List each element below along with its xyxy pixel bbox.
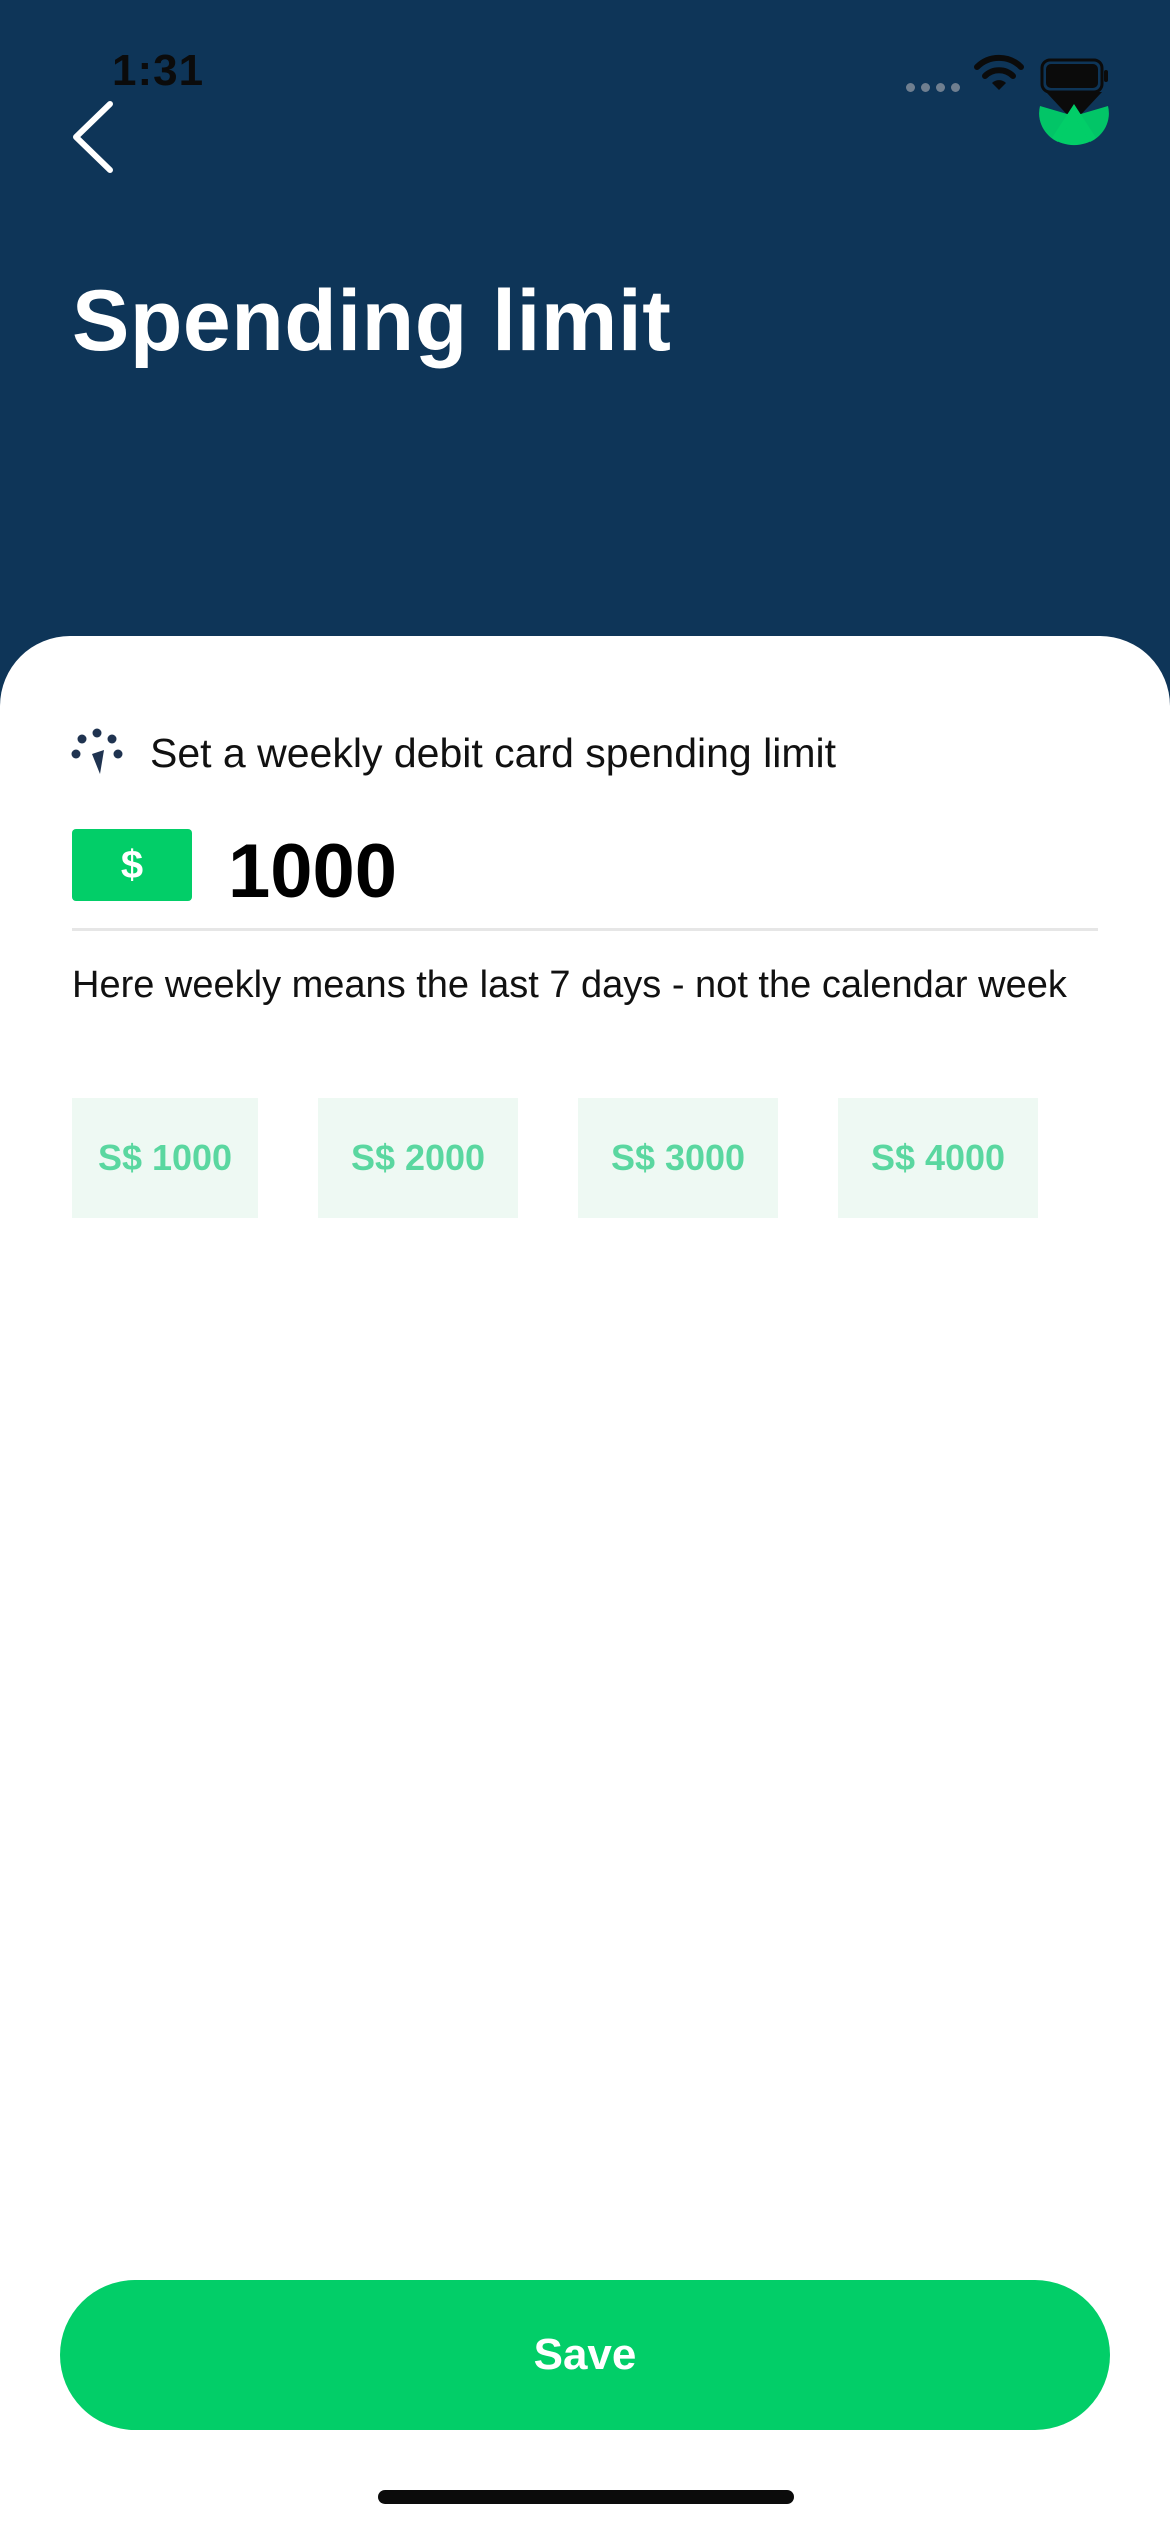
currency-badge: $ [72, 829, 192, 901]
limit-label: Set a weekly debit card spending limit [150, 729, 836, 776]
back-chevron-icon[interactable] [62, 92, 132, 182]
amount-input[interactable] [228, 816, 1088, 926]
header: 1:31 Spending limit [0, 0, 1170, 700]
page-title: Spending limit [72, 273, 672, 369]
limit-label-row: Set a weekly debit card spending limit [70, 728, 836, 778]
cellular-signal-icon [906, 83, 960, 92]
preset-chip-2000[interactable]: S$ 2000 [318, 1098, 518, 1218]
content-card: Set a weekly debit card spending limit $… [0, 636, 1170, 2532]
helper-text: Here weekly means the last 7 days - not … [72, 964, 1067, 1006]
preset-chip-3000[interactable]: S$ 3000 [578, 1098, 778, 1218]
save-button[interactable]: Save [60, 2280, 1110, 2430]
status-bar-time: 1:31 [112, 46, 205, 95]
home-indicator [378, 2490, 794, 2504]
amount-underline [72, 928, 1098, 931]
preset-chip-1000[interactable]: S$ 1000 [72, 1098, 258, 1218]
app-logo-icon [1039, 92, 1109, 146]
preset-chip-4000[interactable]: S$ 4000 [838, 1098, 1038, 1218]
wifi-icon [974, 54, 1024, 90]
speedometer-icon [71, 728, 123, 774]
